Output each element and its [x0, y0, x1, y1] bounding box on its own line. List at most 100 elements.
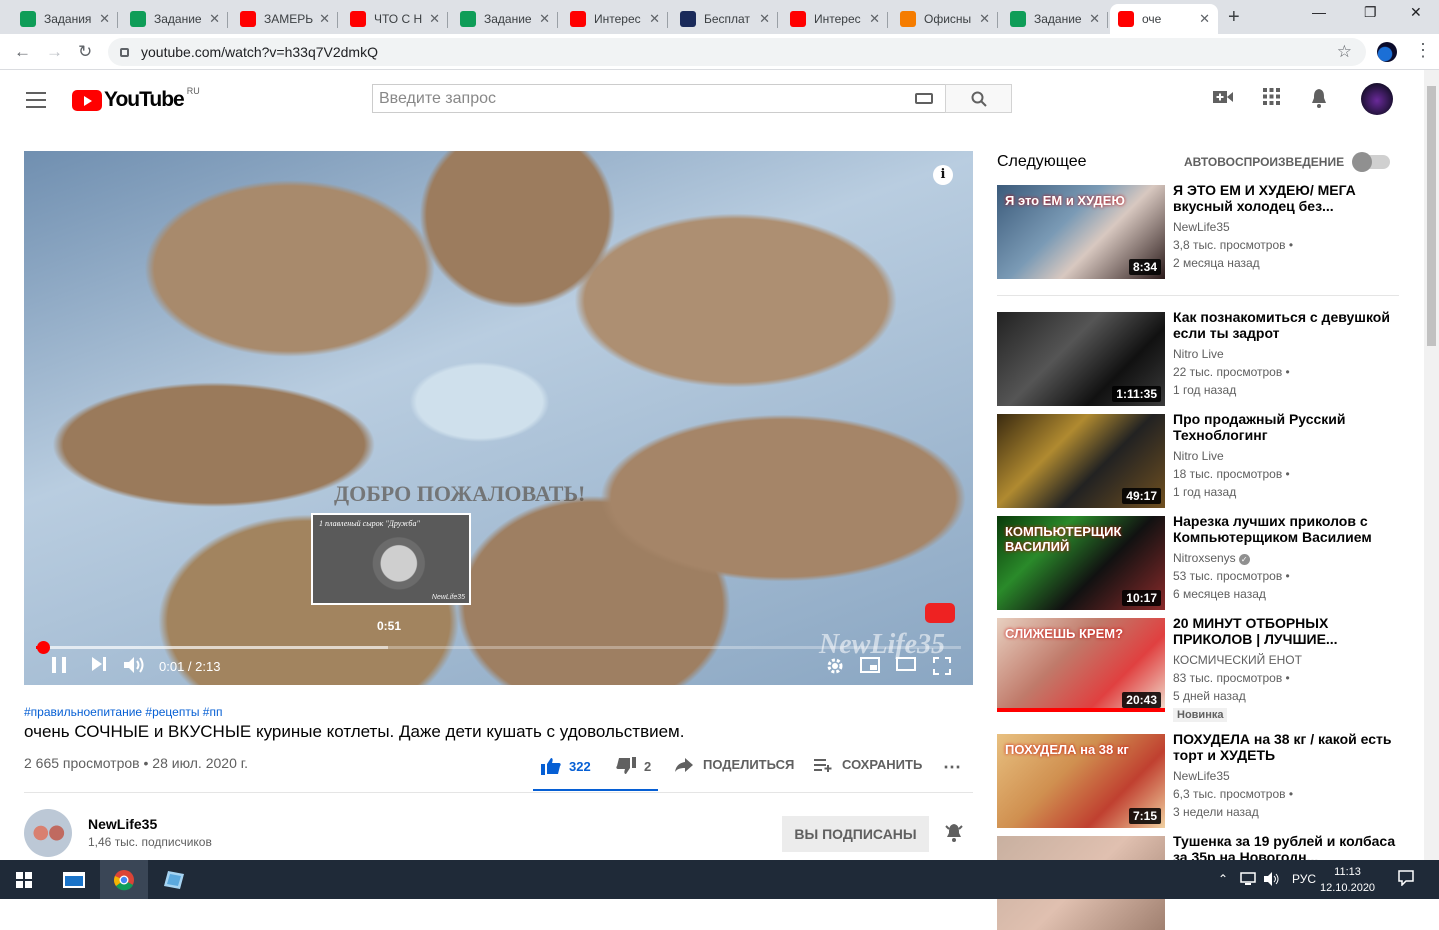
close-tab-icon[interactable]: ✕ [759, 11, 770, 27]
profile-icon[interactable] [1377, 42, 1397, 62]
like-button[interactable]: 322 [541, 757, 591, 775]
new-tab-icon[interactable]: + [1228, 6, 1240, 29]
video-hashtags[interactable]: #правильноепитание #рецепты #пп [24, 705, 222, 719]
recommended-video[interactable]: ПОХУДЕЛА на 38 кг 7:15 ПОХУДЕЛА на 38 кг /… [997, 731, 1407, 828]
recommended-channel[interactable]: КОСМИЧЕСКИЙ ЕНОТ [1173, 653, 1302, 667]
network-icon[interactable] [1240, 872, 1256, 889]
taskbar-clock[interactable]: 11:13 12.10.2020 [1320, 864, 1375, 896]
close-tab-icon[interactable]: ✕ [649, 11, 660, 27]
save-button[interactable]: СОХРАНИТЬ [814, 757, 922, 772]
chrome-taskbar-icon[interactable] [100, 860, 148, 899]
dislike-button[interactable]: 2 [616, 757, 651, 775]
recommended-video[interactable]: КОМПЬЮТЕРЩИК ВАСИЛИЙ 10:17 Нарезка лучших … [997, 513, 1407, 610]
subscribed-button[interactable]: ВЫ ПОДПИСАНЫ [782, 816, 929, 852]
recommended-channel[interactable]: Nitro Live [1173, 347, 1224, 361]
browser-tab[interactable]: оче ✕ [1110, 4, 1218, 34]
browser-menu-icon[interactable]: ⋮ [1414, 40, 1432, 61]
close-tab-icon[interactable]: ✕ [429, 11, 440, 27]
video-thumbnail[interactable]: Я это ЕМ и ХУДЕЮ 8:34 [997, 185, 1165, 279]
scrollbar-thumb[interactable] [1427, 86, 1436, 346]
video-thumbnail[interactable]: 49:17 [997, 414, 1165, 508]
back-icon[interactable]: ← [14, 42, 31, 62]
bookmark-star-icon[interactable]: ☆ [1337, 42, 1352, 62]
recommended-title[interactable]: Как познакомиться с девушкой если ты зад… [1173, 309, 1401, 341]
youtube-logo[interactable]: YouTube RU [72, 86, 200, 112]
browser-tab[interactable]: Интерес ✕ [782, 4, 888, 34]
speaker-icon[interactable] [1264, 872, 1280, 889]
miniplayer-icon[interactable] [860, 657, 880, 676]
apps-grid-icon[interactable] [1263, 88, 1280, 111]
recommended-title[interactable]: 20 МИНУТ ОТБОРНЫХ ПРИКОЛОВ | ЛУЧШИЕ... [1173, 615, 1401, 647]
close-tab-icon[interactable]: ✕ [539, 11, 550, 27]
input-language[interactable]: РУС [1292, 872, 1316, 886]
channel-bell-icon[interactable] [944, 822, 964, 847]
account-avatar[interactable] [1361, 83, 1393, 115]
close-tab-icon[interactable]: ✕ [209, 11, 220, 27]
browser-tab[interactable]: ЧТО С Н ✕ [342, 4, 448, 34]
recommended-video[interactable]: СЛИЖЕШЬ КРЕМ? 20:43 20 МИНУТ ОТБОРНЫХ ПРИК… [997, 615, 1407, 722]
recommended-channel[interactable]: NewLife35 [1173, 769, 1230, 783]
close-tab-icon[interactable]: ✕ [869, 11, 880, 27]
channel-watermark-subscribe-icon[interactable] [925, 603, 955, 623]
recommended-title[interactable]: ПОХУДЕЛА на 38 кг / какой есть торт и ХУ… [1173, 731, 1401, 763]
fullscreen-icon[interactable] [933, 657, 951, 678]
notification-center-icon[interactable] [1398, 870, 1414, 889]
volume-icon[interactable] [124, 657, 146, 676]
channel-name[interactable]: NewLife35 [88, 816, 157, 832]
windows-start-icon[interactable] [0, 860, 48, 899]
browser-tab[interactable]: Задания ✕ [12, 4, 118, 34]
recommended-title[interactable]: Про продажный Русский Техноблогинг [1173, 411, 1401, 443]
recommended-video[interactable]: 49:17 Про продажный Русский Техноблогинг N… [997, 411, 1407, 508]
autoplay-toggle[interactable] [1352, 152, 1390, 172]
browser-tab[interactable]: Задание ✕ [122, 4, 228, 34]
progress-bar[interactable] [36, 641, 961, 654]
recommended-channel[interactable]: Nitroxsenys ✓ [1173, 551, 1250, 565]
theater-mode-icon[interactable] [896, 657, 916, 674]
address-bar[interactable]: youtube.com/watch?v=h33q7V2dmkQ ☆ [108, 38, 1366, 66]
video-player[interactable]: i ДОБРО ПОЖАЛОВАТЬ! 1 плавленый сырок "Д… [24, 151, 973, 685]
video-thumbnail[interactable]: ПОХУДЕЛА на 38 кг 7:15 [997, 734, 1165, 828]
video-thumbnail[interactable]: КОМПЬЮТЕРЩИК ВАСИЛИЙ 10:17 [997, 516, 1165, 610]
info-icon[interactable]: i [933, 165, 953, 185]
close-tab-icon[interactable]: ✕ [979, 11, 990, 27]
recommended-video[interactable]: Я это ЕМ и ХУДЕЮ 8:34 Я ЭТО ЕМ И ХУДЕЮ/ МЕ… [997, 182, 1407, 279]
minimize-icon[interactable]: — [1312, 4, 1326, 20]
browser-tab[interactable]: Задание ✕ [452, 4, 558, 34]
settings-gear-icon[interactable] [826, 657, 844, 678]
browser-tab[interactable]: ЗАМЕРЬ ✕ [232, 4, 338, 34]
scrubber-knob[interactable] [37, 641, 51, 654]
file-app-icon[interactable] [150, 860, 198, 899]
forward-icon[interactable]: → [46, 42, 63, 62]
browser-tab[interactable]: Задание ✕ [1002, 4, 1108, 34]
notifications-bell-icon[interactable] [1310, 88, 1328, 114]
restore-icon[interactable]: ❐ [1364, 4, 1377, 21]
task-view-icon[interactable] [50, 860, 98, 899]
search-input[interactable]: Введите запрос [372, 84, 946, 113]
channel-avatar[interactable] [24, 809, 72, 857]
search-button[interactable] [945, 84, 1012, 113]
video-thumbnail[interactable]: 1:11:35 [997, 312, 1165, 406]
browser-tab[interactable]: Интерес ✕ [562, 4, 668, 34]
video-thumbnail[interactable]: СЛИЖЕШЬ КРЕМ? 20:43 [997, 618, 1165, 712]
keyboard-icon[interactable] [915, 93, 933, 104]
recommended-title[interactable]: Нарезка лучших приколов с Компьютерщиком… [1173, 513, 1401, 545]
recommended-title[interactable]: Я ЭТО ЕМ И ХУДЕЮ/ МЕГА вкусный холодец б… [1173, 182, 1401, 214]
recommended-video[interactable]: 1:11:35 Как познакомиться с девушкой если… [997, 309, 1407, 406]
menu-icon[interactable] [26, 92, 46, 113]
close-tab-icon[interactable]: ✕ [319, 11, 330, 27]
next-video-icon[interactable] [92, 657, 106, 674]
create-video-icon[interactable] [1213, 88, 1233, 110]
page-scrollbar[interactable] [1424, 70, 1439, 860]
close-tab-icon[interactable]: ✕ [1199, 11, 1210, 27]
recommended-channel[interactable]: NewLife35 [1173, 220, 1230, 234]
close-tab-icon[interactable]: ✕ [1089, 11, 1100, 27]
reload-icon[interactable]: ↻ [78, 42, 92, 62]
tray-expand-icon[interactable]: ⌃ [1218, 872, 1228, 886]
close-tab-icon[interactable]: ✕ [99, 11, 110, 27]
close-window-icon[interactable]: ✕ [1410, 4, 1422, 21]
more-actions-icon[interactable]: ⋯ [943, 757, 961, 778]
share-button[interactable]: ПОДЕЛИТЬСЯ [675, 757, 794, 772]
pause-icon[interactable] [52, 657, 66, 676]
recommended-channel[interactable]: Nitro Live [1173, 449, 1224, 463]
browser-tab[interactable]: Офисны ✕ [892, 4, 998, 34]
